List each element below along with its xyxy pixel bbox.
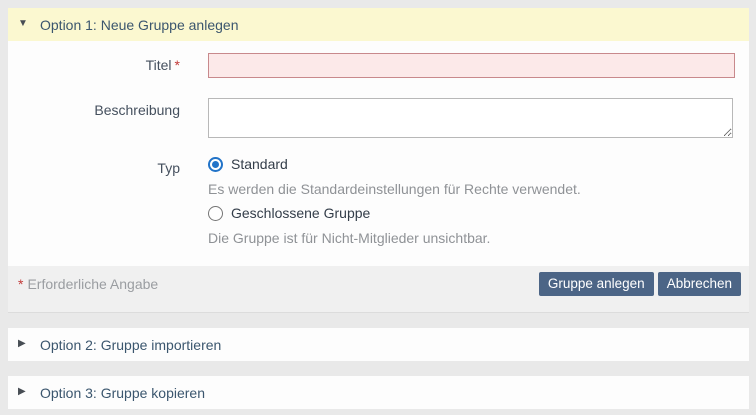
accordion-option2: ▶ Option 2: Gruppe importieren [8, 328, 749, 361]
accordion-header-option3[interactable]: ▶ Option 3: Gruppe kopieren [8, 376, 749, 409]
field-row-title: Titel* [8, 53, 735, 78]
accordion-title: Option 3: Gruppe kopieren [40, 385, 205, 401]
triangle-right-icon: ▶ [18, 386, 31, 397]
create-group-form: Titel* Beschreibung Typ [8, 41, 749, 313]
cancel-button[interactable]: Abbrechen [658, 272, 741, 296]
field-row-type: Typ Standard Es werden die Standardeinst… [8, 156, 735, 246]
required-asterisk: * [175, 57, 180, 73]
form-footer: *Erforderliche Angabe Gruppe anlegen Abb… [8, 266, 749, 313]
description-textarea[interactable] [208, 98, 733, 138]
accordion-title: Option 2: Gruppe importieren [40, 337, 221, 353]
field-row-description: Beschreibung [8, 98, 735, 141]
accordion-option1: ▼ Option 1: Neue Gruppe anlegen Titel* B… [8, 8, 749, 313]
radio-closed-group-info: Die Gruppe ist für Nicht-Mitglieder unsi… [208, 230, 735, 246]
radio-standard-info: Es werden die Standardeinstellungen für … [208, 181, 735, 197]
triangle-right-icon: ▶ [18, 338, 31, 349]
create-group-button[interactable]: Gruppe anlegen [539, 272, 654, 296]
title-label: Titel* [8, 53, 180, 73]
required-note: *Erforderliche Angabe [18, 272, 158, 292]
spacer [8, 361, 749, 376]
radio-closed-group-label[interactable]: Geschlossene Gruppe [231, 205, 370, 221]
description-label: Beschreibung [8, 98, 180, 118]
required-asterisk: * [18, 276, 23, 292]
radio-option-closed-group[interactable]: Geschlossene Gruppe [208, 205, 735, 221]
radio-standard-label[interactable]: Standard [231, 156, 288, 172]
title-input[interactable] [208, 53, 735, 78]
spacer [8, 313, 749, 328]
title-label-text: Titel [146, 57, 172, 73]
accordion-title: Option 1: Neue Gruppe anlegen [40, 17, 238, 33]
radio-selected-icon[interactable] [208, 157, 223, 172]
page: ▼ Option 1: Neue Gruppe anlegen Titel* B… [0, 0, 756, 415]
type-label: Typ [8, 156, 180, 176]
accordion-option3: ▶ Option 3: Gruppe kopieren [8, 376, 749, 409]
radio-option-standard[interactable]: Standard [208, 156, 735, 172]
accordion-header-option1[interactable]: ▼ Option 1: Neue Gruppe anlegen [8, 8, 749, 41]
required-note-text: Erforderliche Angabe [27, 276, 158, 292]
triangle-down-icon: ▼ [18, 18, 31, 29]
accordion-header-option2[interactable]: ▶ Option 2: Gruppe importieren [8, 328, 749, 361]
radio-unselected-icon[interactable] [208, 206, 223, 221]
